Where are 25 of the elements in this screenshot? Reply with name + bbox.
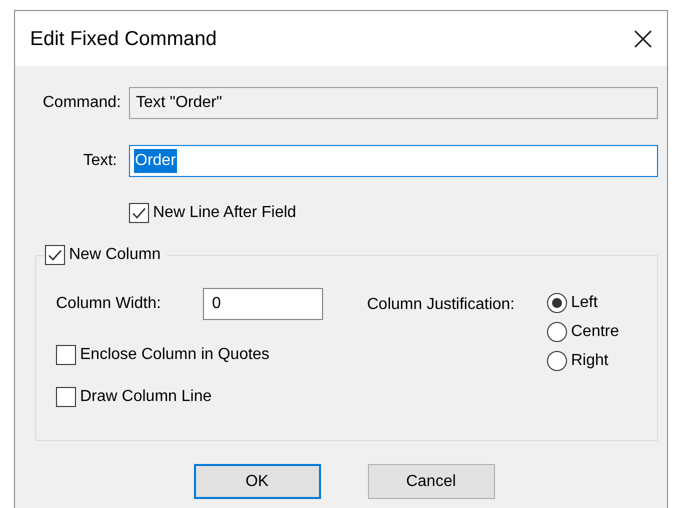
- checkbox-label: Draw Column Line: [80, 387, 212, 407]
- checkbox-label: Enclose Column in Quotes: [80, 345, 270, 365]
- text-field[interactable]: Order: [129, 145, 658, 177]
- checkbox[interactable]: [45, 245, 65, 265]
- checkbox[interactable]: [56, 345, 76, 365]
- column-width-field[interactable]: 0: [203, 288, 323, 320]
- check-icon: [47, 247, 63, 263]
- dialog-button[interactable]: OK: [194, 464, 320, 499]
- radio-button[interactable]: [547, 292, 567, 312]
- check-icon: [131, 205, 147, 221]
- field-label: Column Width:: [56, 294, 162, 314]
- radio-label: Centre: [571, 322, 620, 342]
- radio-button[interactable]: [547, 322, 567, 342]
- radio-button[interactable]: [547, 350, 567, 370]
- checkbox-label: New Column: [69, 245, 161, 265]
- field-label: Text:: [82, 151, 118, 171]
- checkbox-label: New Line After Field: [153, 203, 296, 223]
- radio-label: Right: [571, 350, 608, 370]
- checkbox[interactable]: [129, 203, 149, 223]
- radio-label: Left: [571, 292, 598, 312]
- field-label: Command:: [42, 93, 122, 113]
- field-label: Column Justification:: [367, 295, 516, 315]
- dialog-button[interactable]: Cancel: [368, 464, 494, 499]
- checkbox[interactable]: [56, 387, 76, 407]
- window-title: Edit Fixed Command: [30, 26, 217, 52]
